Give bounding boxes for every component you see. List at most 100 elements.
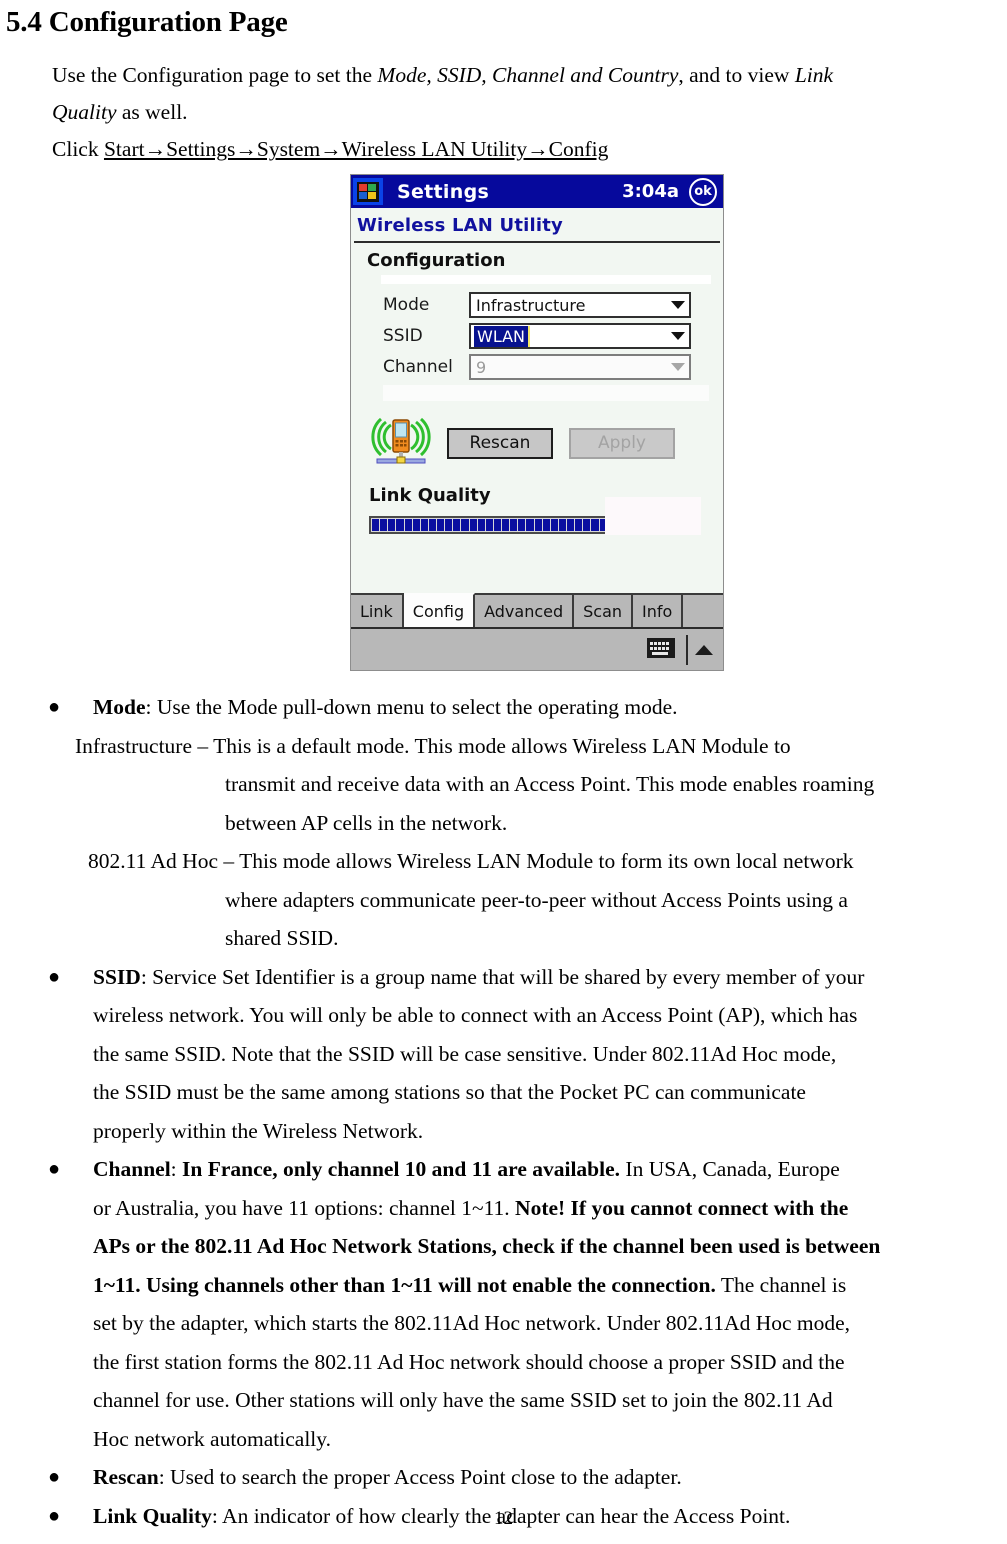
link-quality-segment bbox=[510, 519, 518, 531]
app-title: Wireless LAN Utility bbox=[357, 215, 563, 236]
mode-term: Mode bbox=[93, 695, 146, 719]
chevron-down-icon bbox=[667, 363, 689, 371]
mode-line-4: between AP cells in the network. bbox=[225, 810, 508, 835]
link-quality-segment bbox=[567, 519, 575, 531]
channel-l2-plain: or Australia, you have 11 options: chann… bbox=[93, 1195, 516, 1220]
form-row-ssid: SSID WLAN bbox=[351, 323, 723, 349]
intro-emphasis-settings: Mode, SSID, Channel and Country bbox=[377, 63, 679, 88]
keyboard-icon[interactable] bbox=[647, 637, 675, 662]
channel-line-8: Hoc network automatically. bbox=[93, 1426, 332, 1451]
link-quality-segment bbox=[583, 519, 591, 531]
link-quality-segment bbox=[437, 519, 445, 531]
pda-screen: Settings 3:04a ok Wireless LAN Utility C… bbox=[350, 174, 724, 671]
link-quality-segment bbox=[412, 519, 420, 531]
link-quality-segment bbox=[445, 519, 453, 531]
intro-line-2: Quality as well. bbox=[52, 94, 962, 131]
link-quality-segment bbox=[591, 519, 599, 531]
pda-tab-bar: Link Config Advanced Scan Info bbox=[351, 593, 723, 627]
intro-emphasis-quality: Quality bbox=[52, 100, 117, 125]
ssid-dropdown[interactable]: WLAN bbox=[469, 323, 691, 349]
list-item-channel: ● Channel: In France, only channel 10 an… bbox=[0, 1150, 1007, 1189]
channel-line-7: channel for use. Other stations will onl… bbox=[93, 1388, 833, 1412]
ssid-term: SSID bbox=[93, 964, 141, 989]
link-quality-segment bbox=[388, 519, 396, 531]
pda-title: Settings bbox=[397, 180, 490, 203]
ssid-line-1: SSID: Service Set Identifier is a group … bbox=[0, 958, 864, 997]
rescan-button[interactable]: Rescan bbox=[447, 427, 553, 459]
section-title: Configuration bbox=[367, 250, 506, 271]
link-quality-segment bbox=[518, 519, 526, 531]
tab-link[interactable]: Link bbox=[351, 595, 404, 627]
channel-line-5: set by the adapter, which starts the 802… bbox=[93, 1311, 851, 1335]
link-quality-segment bbox=[469, 519, 477, 531]
list-item-ssid: ● SSID: Service Set Identifier is a grou… bbox=[0, 958, 1007, 997]
channel-line-2: or Australia, you have 11 options: chann… bbox=[0, 1189, 1007, 1228]
channel-desc: In USA, Canada, Europe bbox=[620, 1157, 840, 1181]
tab-bar-filler bbox=[683, 595, 723, 627]
bullet-glyph: ● bbox=[48, 965, 61, 988]
spacer-strip-2 bbox=[383, 385, 709, 401]
ok-button[interactable]: ok bbox=[689, 177, 717, 206]
ssid-line-5: properly within the Wireless Network. bbox=[93, 1118, 424, 1143]
rescan-desc: : Used to search the proper Access Point… bbox=[158, 1465, 682, 1489]
intro-paragraph: Use the Configuration page to set the Mo… bbox=[52, 57, 962, 168]
channel-value: 9 bbox=[476, 357, 487, 377]
ssid-line-3: the same SSID. Note that the SSID will b… bbox=[93, 1041, 837, 1066]
link-quality-segment bbox=[493, 519, 501, 531]
triangle-up-icon[interactable] bbox=[695, 644, 713, 655]
spacer-strip bbox=[381, 275, 711, 284]
tab-scan[interactable]: Scan bbox=[574, 595, 634, 627]
channel-l4-bold: 1~11. Using channels other than 1~11 wil… bbox=[93, 1272, 716, 1297]
feature-description-list: ● Mode: Use the Mode pull-down menu to s… bbox=[0, 688, 1007, 1535]
ssid-desc: : Service Set Identifier is a group name… bbox=[140, 964, 865, 989]
channel-note-france: In France, only channel 10 and 11 are av… bbox=[182, 1157, 621, 1181]
page-title: 5.4 Configuration Page bbox=[6, 6, 288, 38]
pda-screenshot-figure: Settings 3:04a ok Wireless LAN Utility C… bbox=[350, 174, 724, 671]
bullet-glyph: ● bbox=[48, 1466, 61, 1488]
link-quality-segment bbox=[428, 519, 436, 531]
channel-l2-bold: Note! If you cannot connect with the bbox=[515, 1195, 849, 1220]
link-quality-segment bbox=[404, 519, 412, 531]
mode-value: Infrastructure bbox=[476, 295, 586, 315]
ssid-value[interactable]: WLAN bbox=[474, 325, 531, 347]
mode-line-6: where adapters communicate peer-to-peer … bbox=[225, 887, 848, 912]
mode-line-1: Mode: Use the Mode pull-down menu to sel… bbox=[0, 688, 678, 727]
intro-click-label: Click bbox=[52, 137, 104, 162]
channel-dropdown: 9 bbox=[469, 354, 691, 380]
ssid-label: SSID bbox=[383, 326, 423, 346]
link-quality-segment bbox=[461, 519, 469, 531]
intro-line-3: Click Start→Settings→System→Wireless LAN… bbox=[52, 131, 962, 168]
tab-advanced[interactable]: Advanced bbox=[475, 595, 575, 627]
tab-config[interactable]: Config bbox=[403, 593, 476, 627]
mode-dropdown[interactable]: Infrastructure bbox=[469, 292, 691, 318]
bullet-glyph: ● bbox=[48, 696, 61, 718]
tab-info[interactable]: Info bbox=[633, 595, 684, 627]
mode-line-7: shared SSID. bbox=[225, 926, 339, 950]
page-number: 12 bbox=[494, 1508, 513, 1529]
apply-button: Apply bbox=[569, 427, 675, 459]
channel-label: Channel bbox=[383, 357, 453, 377]
link-quality-segment bbox=[372, 519, 380, 531]
mode-desc: : Use the Mode pull-down menu to select … bbox=[145, 695, 678, 719]
link-quality-segment bbox=[485, 519, 493, 531]
chevron-down-icon[interactable] bbox=[667, 301, 689, 309]
channel-line-3: APs or the 802.11 Ad Hoc Network Station… bbox=[93, 1234, 881, 1258]
intro-text-a: Use the Configuration page to set the bbox=[52, 63, 378, 88]
channel-term: Channel bbox=[93, 1157, 171, 1181]
link-quality-segment bbox=[542, 519, 550, 531]
link-quality-segment bbox=[502, 519, 510, 531]
chevron-down-icon[interactable] bbox=[667, 332, 689, 340]
link-quality-segment bbox=[453, 519, 461, 531]
link-quality-segment bbox=[558, 519, 566, 531]
link-quality-segment bbox=[526, 519, 534, 531]
mode-label: Mode bbox=[383, 295, 430, 315]
pda-titlebar: Settings 3:04a ok bbox=[351, 175, 723, 208]
bullet-glyph: ● bbox=[48, 1158, 61, 1180]
channel-line-6: the first station forms the 802.11 Ad Ho… bbox=[93, 1349, 845, 1374]
channel-l4-rest: The channel is bbox=[715, 1272, 847, 1297]
form-row-mode: Mode Infrastructure bbox=[351, 292, 723, 318]
windows-flag-icon[interactable] bbox=[353, 178, 383, 205]
mode-line-2: Infrastructure – This is a default mode.… bbox=[75, 733, 791, 758]
blank-panel bbox=[605, 497, 701, 535]
ssid-line-2: wireless network. You will only be able … bbox=[93, 1003, 858, 1027]
